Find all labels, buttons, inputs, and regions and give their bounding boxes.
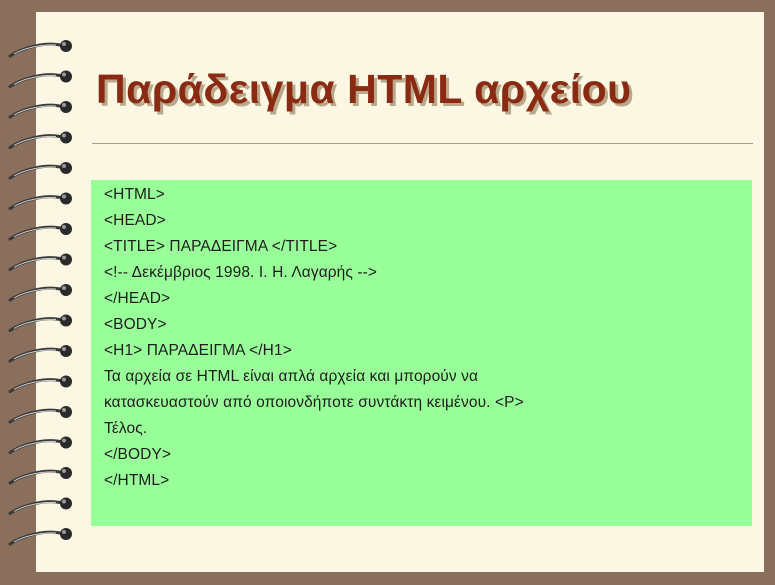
slide-title: Παράδειγμα HTML αρχείου	[96, 66, 632, 112]
binding-ring	[8, 223, 72, 241]
binding-ring	[8, 131, 72, 149]
binding-ring	[8, 467, 72, 485]
binding-ring	[8, 192, 72, 210]
binding-ring	[8, 314, 72, 332]
code-line: <H1> ΠΑΡΑΔΕΙΓΜΑ </H1>	[104, 342, 292, 359]
binding-ring	[8, 528, 72, 546]
binding-ring	[8, 253, 72, 271]
binding-ring	[8, 40, 72, 58]
code-line: Τα αρχεία σε HTML είναι απλά αρχεία και …	[104, 368, 479, 385]
code-example-box: <HTML> <HEAD> <TITLE> ΠΑΡΑΔΕΙΓΜΑ </TITLE…	[91, 180, 752, 526]
spiral-binding	[8, 40, 72, 546]
binding-ring	[8, 101, 72, 119]
code-line: Τέλος.	[104, 420, 148, 437]
binding-ring	[8, 162, 72, 180]
code-line: </BODY>	[104, 446, 172, 463]
code-line: <!-- Δεκέμβριος 1998. Ι. Η. Λαγαρής -->	[104, 264, 378, 281]
binding-ring	[8, 284, 72, 302]
binding-ring	[8, 70, 72, 88]
binding-ring	[8, 345, 72, 363]
binding-ring	[8, 375, 72, 393]
title-divider	[92, 143, 753, 144]
code-line: <HTML>	[104, 186, 165, 203]
code-line: </HEAD>	[104, 290, 171, 307]
code-line: <HEAD>	[104, 212, 166, 229]
binding-ring	[8, 436, 72, 454]
code-line: κατασκευαστούν από οποιονδήποτε συντάκτη…	[104, 394, 524, 411]
code-line: </HTML>	[104, 472, 170, 489]
binding-ring	[8, 497, 72, 515]
code-line: <TITLE> ΠΑΡΑΔΕΙΓΜΑ </TITLE>	[104, 238, 338, 255]
binding-ring	[8, 406, 72, 424]
code-line: <BODY>	[104, 316, 167, 333]
